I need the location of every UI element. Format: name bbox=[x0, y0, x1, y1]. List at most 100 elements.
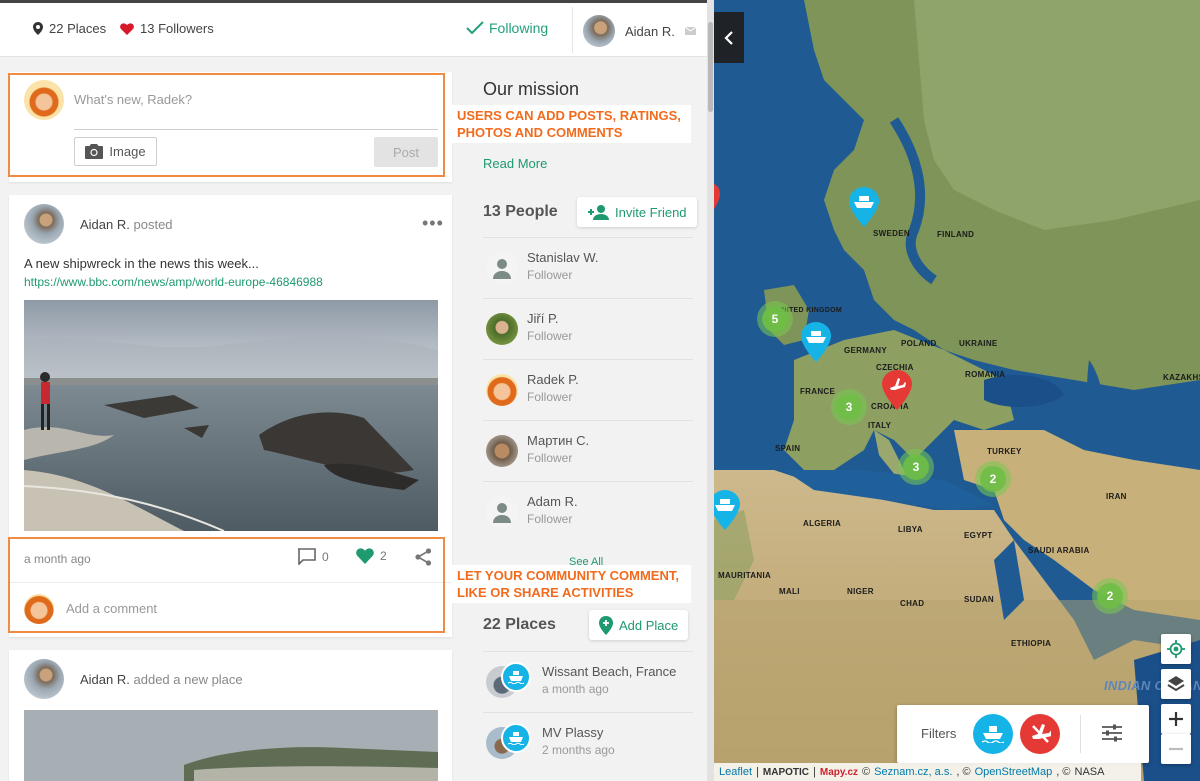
profile-topbar: 22 Places 13 Followers Following Aidan R… bbox=[0, 3, 710, 57]
plane-pin-icon[interactable] bbox=[714, 183, 720, 215]
layers-button[interactable] bbox=[1161, 669, 1191, 699]
person-role: Follower bbox=[527, 451, 573, 465]
person-item[interactable]: Stanislav W. Follower bbox=[483, 237, 693, 298]
mapotic-logo[interactable]: MAPOTIC bbox=[763, 767, 809, 778]
location-pin-icon bbox=[33, 22, 43, 35]
zoom-out-button[interactable] bbox=[1161, 734, 1191, 764]
map-attribution: Leaflet | MAPOTIC | Mapy.cz © Seznam.cz,… bbox=[714, 763, 1141, 781]
person-item[interactable]: Adam R. Follower bbox=[483, 481, 693, 542]
plane-filter-toggle[interactable] bbox=[1020, 714, 1060, 754]
map-cluster[interactable]: 3 bbox=[898, 449, 934, 485]
post-link[interactable]: https://www.bbc.com/news/amp/world-europ… bbox=[24, 273, 323, 291]
scrollbar[interactable] bbox=[707, 0, 714, 781]
ship-badge bbox=[501, 662, 531, 692]
map-label: CHAD bbox=[900, 599, 925, 608]
filters-label: Filters bbox=[921, 726, 957, 741]
person-item[interactable]: Radek P. Follower bbox=[483, 359, 693, 420]
default-avatar-icon bbox=[493, 259, 511, 279]
avatar bbox=[486, 252, 518, 284]
map-label: UKRAINE bbox=[959, 339, 998, 348]
shipwreck-photo bbox=[24, 300, 438, 531]
person-role: Follower bbox=[527, 329, 573, 343]
invite-friend-button[interactable]: Invite Friend bbox=[577, 197, 697, 227]
heart-icon bbox=[120, 22, 134, 35]
plane-icon bbox=[1032, 724, 1051, 743]
map-label: SWEDEN bbox=[873, 229, 910, 238]
place-item[interactable]: MV Plassy 2 months ago bbox=[483, 712, 693, 773]
person-name: Stanislav W. bbox=[527, 250, 599, 265]
layers-icon bbox=[1167, 676, 1185, 692]
map-label: FINLAND bbox=[937, 230, 975, 239]
callout-posts: USERS CAN ADD POSTS, RATINGS, PHOTOS AND… bbox=[452, 105, 691, 143]
plane-pin-icon[interactable] bbox=[882, 370, 912, 410]
post-text: A new shipwreck in the news this week... bbox=[24, 256, 259, 271]
scrollbar-thumb[interactable] bbox=[708, 22, 713, 112]
ship-icon bbox=[982, 726, 1004, 743]
ship-badge bbox=[501, 723, 531, 753]
add-person-icon bbox=[588, 205, 609, 220]
place-name: MV Plassy bbox=[542, 725, 604, 740]
map-cluster[interactable]: 3 bbox=[831, 389, 867, 425]
map-cluster[interactable]: 2 bbox=[1092, 578, 1128, 614]
person-name: Radek P. bbox=[527, 372, 579, 387]
cluster-count: 5 bbox=[762, 306, 788, 332]
post-author[interactable]: Aidan R. bbox=[80, 672, 130, 687]
plus-icon bbox=[1169, 712, 1183, 726]
ship-pin-icon[interactable] bbox=[714, 490, 740, 530]
highlight-frame bbox=[8, 537, 445, 633]
add-place-label: Add Place bbox=[619, 617, 679, 633]
person-item[interactable]: Мартин С. Follower bbox=[483, 420, 693, 481]
followers-count[interactable]: 13 Followers bbox=[120, 21, 214, 36]
mail-icon[interactable] bbox=[684, 27, 696, 35]
place-time: 2 months ago bbox=[542, 743, 615, 757]
map-label: SPAIN bbox=[775, 444, 801, 453]
map-cluster[interactable]: 2 bbox=[975, 461, 1011, 497]
osm-link[interactable]: OpenStreetMap bbox=[975, 766, 1053, 778]
ship-pin-icon[interactable] bbox=[849, 187, 879, 227]
collapse-panel-button[interactable] bbox=[714, 12, 744, 63]
highlight-frame bbox=[8, 73, 445, 177]
zoom-in-button[interactable] bbox=[1161, 704, 1191, 734]
map-label: EGYPT bbox=[964, 531, 993, 540]
leaflet-link[interactable]: Leaflet bbox=[719, 766, 752, 778]
place-time: a month ago bbox=[542, 682, 609, 696]
ship-filter-toggle[interactable] bbox=[973, 714, 1013, 754]
add-place-button[interactable]: Add Place bbox=[589, 610, 689, 640]
post-photo[interactable] bbox=[24, 710, 438, 781]
map-cluster[interactable]: 5 bbox=[757, 301, 793, 337]
places-count[interactable]: 22 Places bbox=[33, 21, 106, 36]
seznam-link[interactable]: Seznam.cz, a.s. bbox=[874, 766, 952, 778]
user-menu[interactable]: Aidan R. bbox=[583, 15, 696, 47]
person-role: Follower bbox=[527, 268, 573, 282]
map-label: GERMANY bbox=[844, 346, 887, 355]
person-item[interactable]: Jiří P. Follower bbox=[483, 298, 693, 359]
map[interactable]: SWEDEN FINLAND UNITED KINGDOM GERMANY PO… bbox=[714, 0, 1200, 781]
post-body: A new shipwreck in the news this week...… bbox=[24, 255, 323, 291]
post-author[interactable]: Aidan R. bbox=[80, 217, 130, 232]
ship-pin-icon[interactable] bbox=[801, 322, 831, 362]
avatar[interactable] bbox=[24, 204, 64, 244]
person-name: Jiří P. bbox=[527, 311, 559, 326]
map-label: ITALY bbox=[868, 421, 892, 430]
read-more-link[interactable]: Read More bbox=[483, 156, 547, 171]
more-options-icon[interactable]: ••• bbox=[422, 213, 444, 234]
map-label: LIBYA bbox=[898, 525, 923, 534]
avatar bbox=[486, 313, 518, 345]
map-label: SAUDI ARABIA bbox=[1028, 546, 1090, 555]
mapy-logo[interactable]: Mapy.cz bbox=[820, 767, 858, 778]
see-all-link[interactable]: See All bbox=[569, 556, 603, 568]
place-item[interactable]: Wissant Beach, France a month ago bbox=[483, 651, 693, 712]
filter-settings-button[interactable] bbox=[1102, 724, 1122, 747]
people-title: 13 People bbox=[483, 203, 558, 220]
locate-button[interactable] bbox=[1161, 634, 1191, 664]
avatar[interactable] bbox=[24, 659, 64, 699]
following-button[interactable]: Following bbox=[466, 20, 548, 36]
avatar bbox=[486, 496, 518, 528]
avatar bbox=[583, 15, 615, 47]
map-label: SUDAN bbox=[964, 595, 994, 604]
topbar-separator bbox=[572, 7, 573, 53]
post-photo[interactable] bbox=[24, 300, 438, 531]
check-icon bbox=[466, 21, 484, 35]
nasa-credit: NASA bbox=[1074, 766, 1105, 778]
invite-friend-label: Invite Friend bbox=[615, 204, 687, 220]
